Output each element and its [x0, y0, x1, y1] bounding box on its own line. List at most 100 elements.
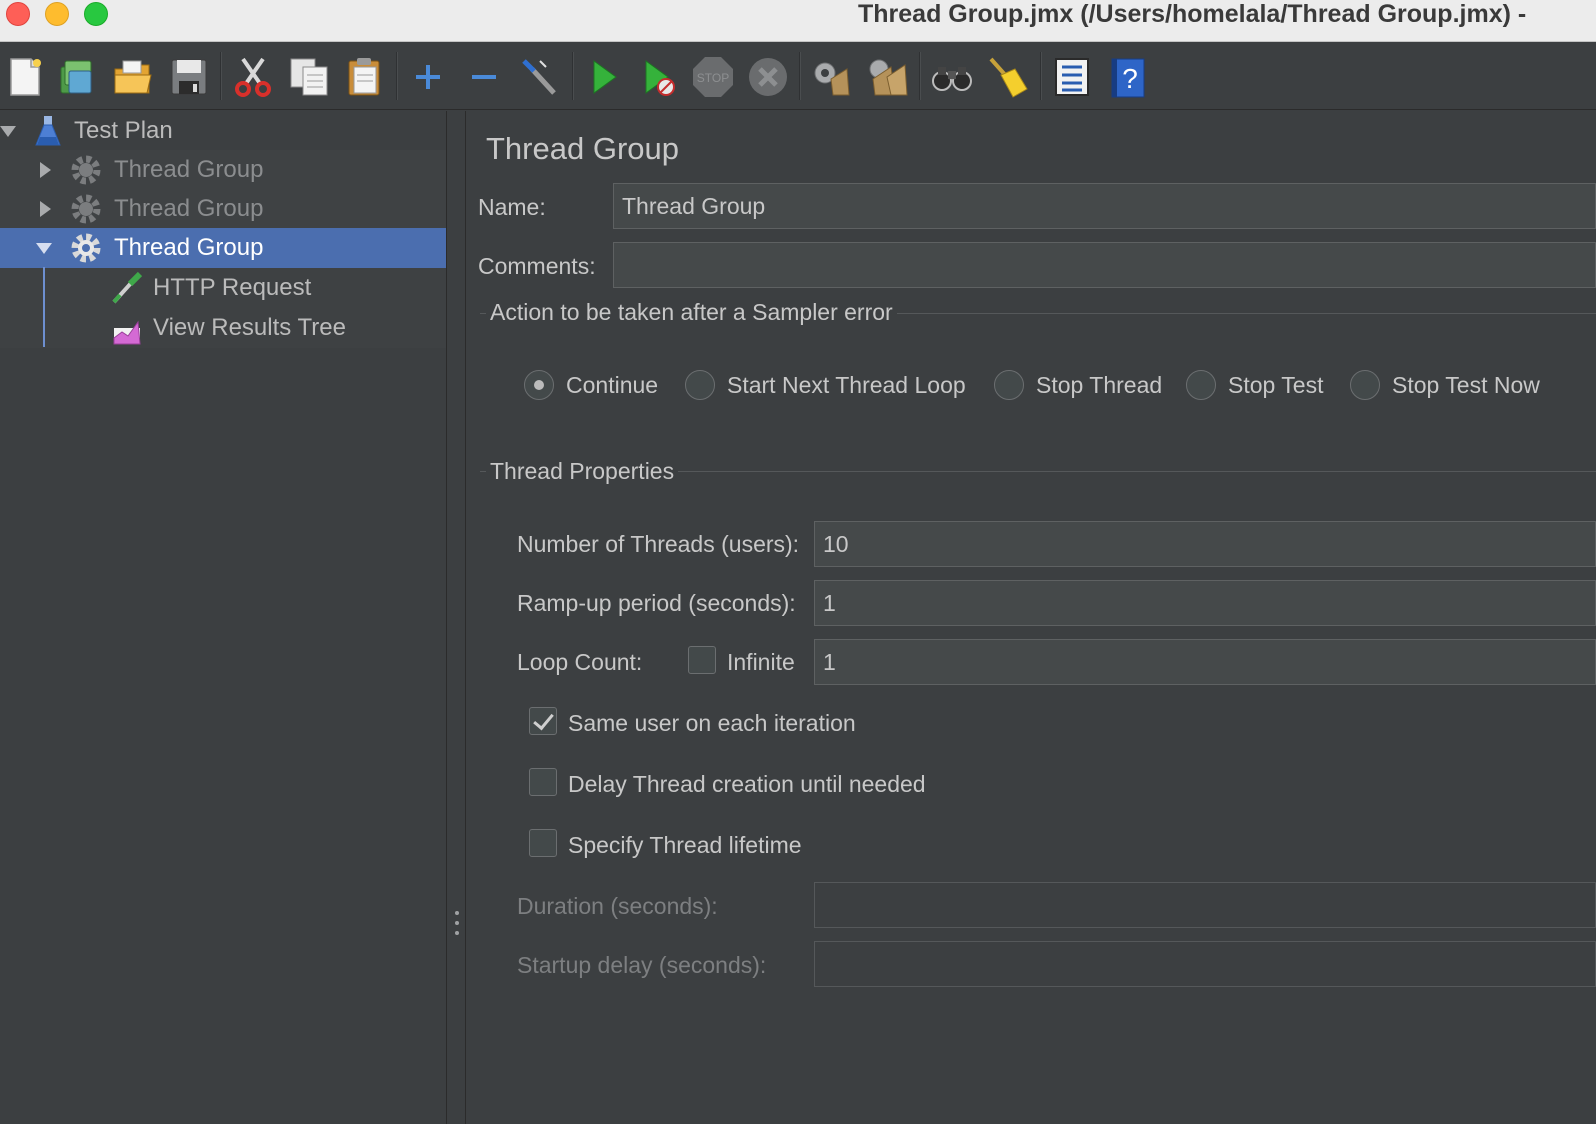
- stop-button[interactable]: STOP: [690, 54, 736, 100]
- stop-test-now-radio[interactable]: [1350, 370, 1380, 400]
- tree-item-thread-group[interactable]: Thread Group: [0, 189, 446, 229]
- function-helper-button[interactable]: [1049, 54, 1095, 100]
- loop-count-field[interactable]: 1: [814, 639, 1596, 685]
- open-button[interactable]: [110, 54, 156, 100]
- stop-test-label[interactable]: Stop Test: [1228, 372, 1323, 399]
- window-title: Thread Group.jmx (/Users/homelala/Thread…: [858, 0, 1527, 28]
- name-field[interactable]: Thread Group: [613, 183, 1596, 229]
- tree-item-http-request[interactable]: HTTP Request: [0, 268, 446, 308]
- duration-field[interactable]: [814, 882, 1596, 928]
- help-button[interactable]: ?: [1105, 54, 1151, 100]
- delay-thread-creation-checkbox[interactable]: [529, 768, 557, 796]
- paste-button[interactable]: [342, 54, 388, 100]
- start-button[interactable]: [581, 54, 627, 100]
- tree-item-label: Thread Group: [114, 195, 264, 222]
- minimize-window-button[interactable]: [45, 2, 69, 26]
- start-no-pauses-button[interactable]: [635, 54, 681, 100]
- expand-arrow-icon[interactable]: [40, 162, 51, 178]
- sampler-error-group-title: Action to be taken after a Sampler error: [486, 299, 897, 326]
- reset-search-button[interactable]: [984, 54, 1030, 100]
- stop-test-radio[interactable]: [1186, 370, 1216, 400]
- expand-arrow-icon[interactable]: [40, 201, 51, 217]
- panel-title: Thread Group: [486, 131, 679, 166]
- paste-icon: [348, 58, 380, 96]
- save-button[interactable]: [166, 54, 212, 100]
- thread-properties-group-title: Thread Properties: [486, 458, 679, 485]
- toolbar-separator: [572, 52, 574, 100]
- tree-item-label: Thread Group: [114, 234, 264, 261]
- gear-icon: [71, 194, 101, 224]
- expand-all-button[interactable]: [405, 54, 451, 100]
- close-window-button[interactable]: [6, 2, 30, 26]
- number-of-threads-field[interactable]: 10: [814, 521, 1596, 567]
- divider-grip-dot: [455, 911, 459, 915]
- clear-all-broom-icon: [869, 59, 908, 96]
- delay-thread-creation-label[interactable]: Delay Thread creation until needed: [568, 771, 926, 798]
- comments-field[interactable]: [613, 242, 1596, 288]
- stop-icon: STOP: [693, 57, 733, 97]
- rampup-period-field[interactable]: 1: [814, 580, 1596, 626]
- duration-label: Duration (seconds):: [517, 893, 718, 919]
- specify-thread-lifetime-label[interactable]: Specify Thread lifetime: [568, 832, 802, 859]
- shutdown-button[interactable]: [745, 54, 791, 100]
- tree-item-label: Test Plan: [74, 117, 173, 144]
- tree-item-thread-group[interactable]: Thread Group: [0, 150, 446, 190]
- specify-thread-lifetime-checkbox[interactable]: [529, 829, 557, 857]
- cut-button[interactable]: [230, 54, 276, 100]
- tree-item-thread-group-selected[interactable]: Thread Group: [0, 228, 446, 268]
- tree-item-view-results-tree[interactable]: View Results Tree: [0, 308, 446, 348]
- stop-test-now-label[interactable]: Stop Test Now: [1392, 372, 1540, 399]
- play-no-timers-icon: [645, 60, 675, 96]
- continue-radio-label[interactable]: Continue: [566, 372, 658, 399]
- divider-grip-dot: [455, 931, 459, 935]
- infinite-label[interactable]: Infinite: [727, 649, 795, 676]
- clear-button[interactable]: [808, 54, 854, 100]
- minus-icon: [472, 75, 496, 79]
- svg-text:?: ?: [1122, 63, 1138, 94]
- continue-radio[interactable]: [524, 370, 554, 400]
- collapse-arrow-icon[interactable]: [36, 243, 52, 254]
- clear-all-button[interactable]: [864, 54, 910, 100]
- loop-count-label: Loop Count:: [517, 649, 643, 675]
- startup-delay-label: Startup delay (seconds):: [517, 952, 767, 978]
- expand-arrow-icon[interactable]: [0, 126, 16, 137]
- maximize-window-button[interactable]: [84, 2, 108, 26]
- chart-icon: [113, 320, 141, 345]
- rampup-label: Ramp-up period (seconds):: [517, 590, 796, 616]
- toggle-button[interactable]: [517, 54, 563, 100]
- toolbar-separator: [396, 52, 398, 100]
- collapse-all-button[interactable]: [461, 54, 507, 100]
- stop-thread-radio[interactable]: [994, 370, 1024, 400]
- copy-button[interactable]: [286, 54, 332, 100]
- stop-thread-label[interactable]: Stop Thread: [1036, 372, 1162, 399]
- pipette-icon: [112, 271, 143, 304]
- shutdown-icon: [749, 58, 787, 96]
- search-button[interactable]: [929, 54, 975, 100]
- new-button[interactable]: [2, 54, 48, 100]
- start-next-thread-loop-radio[interactable]: [685, 370, 715, 400]
- copy-icon: [290, 58, 328, 96]
- plus-icon: [416, 65, 440, 89]
- same-user-checkbox[interactable]: [529, 707, 557, 735]
- function-list-icon: [1055, 58, 1089, 96]
- tree-item-label: Thread Group: [114, 156, 264, 183]
- comments-label: Comments:: [478, 253, 596, 279]
- divider-grip-dot: [455, 921, 459, 925]
- test-plan-tree[interactable]: Test Plan Thread Group Thread Group Thre…: [0, 111, 446, 1124]
- templates-button[interactable]: [54, 54, 100, 100]
- threads-label: Number of Threads (users):: [517, 531, 800, 557]
- wand-icon: [522, 59, 556, 95]
- startup-delay-field[interactable]: [814, 941, 1596, 987]
- tree-item-label: View Results Tree: [153, 314, 346, 341]
- start-next-thread-loop-label[interactable]: Start Next Thread Loop: [727, 372, 966, 399]
- thread-group-panel: Thread Group Name: Thread Group Comments…: [466, 111, 1596, 1124]
- same-user-label[interactable]: Same user on each iteration: [568, 710, 856, 737]
- toolbar-separator: [220, 52, 222, 100]
- flask-icon: [35, 116, 61, 146]
- infinite-checkbox[interactable]: [688, 646, 716, 674]
- play-icon: [593, 60, 617, 94]
- reset-search-broom-icon: [989, 57, 1028, 98]
- split-pane-divider[interactable]: [446, 111, 466, 1124]
- tree-connector-line: [43, 267, 45, 347]
- tree-item-test-plan[interactable]: Test Plan: [0, 111, 446, 151]
